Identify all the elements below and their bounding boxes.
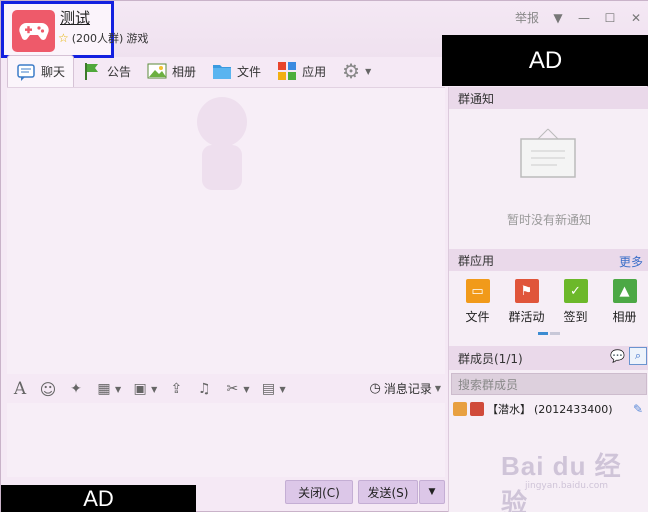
app-album[interactable]: ▲ 相册 <box>601 279 648 325</box>
history-dropdown-icon: ▼ <box>434 384 441 393</box>
tab-announcement-label: 公告 <box>107 64 132 79</box>
baidu-watermark-url: jingyan.baidu.com <box>525 481 609 491</box>
apps-title: 群应用 <box>458 253 495 268</box>
members-title: 群成员(1/1) <box>458 351 523 366</box>
card-icon[interactable]: ▤ <box>259 380 277 398</box>
emoji-icon[interactable]: ☺ <box>39 380 57 399</box>
member-search-placeholder: 搜索群成员 <box>458 377 519 392</box>
app-files-label: 文件 <box>465 310 490 324</box>
background-mascot-watermark <box>197 97 247 190</box>
apps-grid-icon <box>278 62 297 80</box>
tab-chat[interactable]: 聊天 <box>7 55 75 87</box>
app-checkin[interactable]: ✓ 签到 <box>552 279 600 325</box>
apps-section-header: 群应用 更多 <box>449 249 648 271</box>
more-apps-link[interactable]: 更多 <box>619 253 643 270</box>
notice-title: 群通知 <box>458 91 495 106</box>
folder-icon <box>213 65 232 79</box>
tab-apps[interactable]: 应用 <box>269 56 334 86</box>
chevron-down-icon: ▼ <box>428 487 436 497</box>
member-id: (2012433400) <box>534 402 613 416</box>
group-name-link[interactable]: 测试 <box>60 7 90 28</box>
settings-menu[interactable]: ⚙ ▼ <box>334 56 379 86</box>
upload-icon[interactable]: ⇪ <box>167 380 185 398</box>
member-badge-icon <box>453 402 467 416</box>
image-icon[interactable]: ▣ <box>131 380 149 398</box>
music-icon[interactable]: ♫ <box>195 380 213 398</box>
tab-bar: 聊天 公告 相册 文件 应用 ⚙ ▼ <box>7 55 379 87</box>
close-icon[interactable]: ✕ <box>629 11 643 25</box>
edit-icon[interactable]: ✎ <box>633 402 643 416</box>
checkmark-icon: ✓ <box>563 279 588 303</box>
notice-empty-text: 暂时没有新通知 <box>506 213 591 227</box>
app-files[interactable]: ▭ 文件 <box>454 279 502 325</box>
group-category: 游戏 <box>126 32 149 45</box>
tab-album[interactable]: 相册 <box>139 56 204 86</box>
empty-noticeboard-icon <box>520 128 576 178</box>
group-apps-list: ▭ 文件 ⚑ 群活动 ✓ 签到 ▲ 相册 <box>453 279 648 325</box>
member-role: 【潜水】 <box>487 403 531 416</box>
apps-pager <box>538 332 560 335</box>
chat-bubble-icon[interactable]: 💬 <box>610 349 625 363</box>
tab-chat-label: 聊天 <box>41 65 66 79</box>
app-album-label: 相册 <box>612 310 637 324</box>
send-options-dropdown[interactable]: ▼ <box>419 480 445 504</box>
window-controls: 举报 ▼ — ☐ ✕ <box>515 9 643 26</box>
chat-bubble-icon <box>17 63 35 81</box>
ad-banner-bottom: AD <box>1 485 196 512</box>
group-chat-window: 测试 ☆ (200人群) 游戏 举报 ▼ — ☐ ✕ AD 聊天 公告 相册 文… <box>0 0 648 512</box>
gift-dropdown-icon[interactable]: ▼ <box>115 385 121 394</box>
gear-icon: ⚙ <box>342 59 361 83</box>
image-dropdown-icon[interactable]: ▼ <box>151 385 157 394</box>
tab-announcement[interactable]: 公告 <box>74 56 139 86</box>
star-icon: ☆ <box>58 31 69 45</box>
photo-icon <box>147 63 167 79</box>
card-dropdown-icon[interactable]: ▼ <box>279 385 285 394</box>
activity-flag-icon: ⚑ <box>514 279 539 303</box>
folder-icon: ▭ <box>465 279 490 303</box>
member-count: (200人群) <box>71 32 124 45</box>
baidu-watermark: Bai du 经验 <box>501 451 622 512</box>
flag-icon <box>85 63 99 80</box>
input-toolbar: A ☺ ✦ ▦ ▼ ▣ ▼ ⇪ ♫ ✂ ▼ ▤ ▼ ◷ 消息记录 ▼ <box>7 375 445 403</box>
screenshot-dropdown-icon[interactable]: ▼ <box>243 385 249 394</box>
pager-dot-active[interactable] <box>538 332 548 335</box>
message-input[interactable] <box>7 403 445 477</box>
tab-album-label: 相册 <box>172 64 197 79</box>
font-icon[interactable]: A <box>11 379 29 399</box>
tab-files[interactable]: 文件 <box>204 56 269 86</box>
group-avatar[interactable] <box>12 10 55 52</box>
close-button[interactable]: 关闭(C) <box>285 480 353 504</box>
ad-banner-top: AD <box>442 35 648 86</box>
member-list-item[interactable]: 【潜水】 (2012433400) ✎ <box>453 401 647 417</box>
magic-wand-icon[interactable]: ✦ <box>67 380 85 398</box>
member-search-input[interactable]: 搜索群成员 <box>451 373 647 395</box>
minimize-icon[interactable]: — <box>577 11 591 25</box>
members-section-header: 群成员(1/1) 💬 ⌕ <box>449 346 648 370</box>
clock-icon: ◷ <box>369 381 381 396</box>
group-subtitle: ☆ (200人群) 游戏 <box>58 30 148 46</box>
scissors-icon[interactable]: ✂ <box>223 380 241 398</box>
tab-apps-label: 应用 <box>302 64 327 79</box>
pager-dot[interactable] <box>550 332 560 335</box>
message-history-button[interactable]: ◷ 消息记录 ▼ <box>369 380 441 397</box>
photo-icon: ▲ <box>612 279 637 303</box>
gift-icon[interactable]: ▦ <box>95 380 113 398</box>
report-button[interactable]: 举报 <box>515 9 539 26</box>
search-icon[interactable]: ⌕ <box>629 347 647 365</box>
dropdown-menu-icon[interactable]: ▼ <box>551 11 565 25</box>
avatar <box>470 402 484 416</box>
tab-files-label: 文件 <box>237 64 262 79</box>
maximize-icon[interactable]: ☐ <box>603 11 617 25</box>
notice-section-header: 群通知 <box>449 87 648 109</box>
message-history-label: 消息记录 <box>383 382 432 396</box>
app-checkin-label: 签到 <box>563 310 588 324</box>
gamepad-icon <box>18 23 49 40</box>
chevron-down-icon: ▼ <box>365 66 372 76</box>
app-activity[interactable]: ⚑ 群活动 <box>503 279 551 325</box>
app-activity-label: 群活动 <box>508 310 545 324</box>
send-button[interactable]: 发送(S) <box>358 480 418 504</box>
